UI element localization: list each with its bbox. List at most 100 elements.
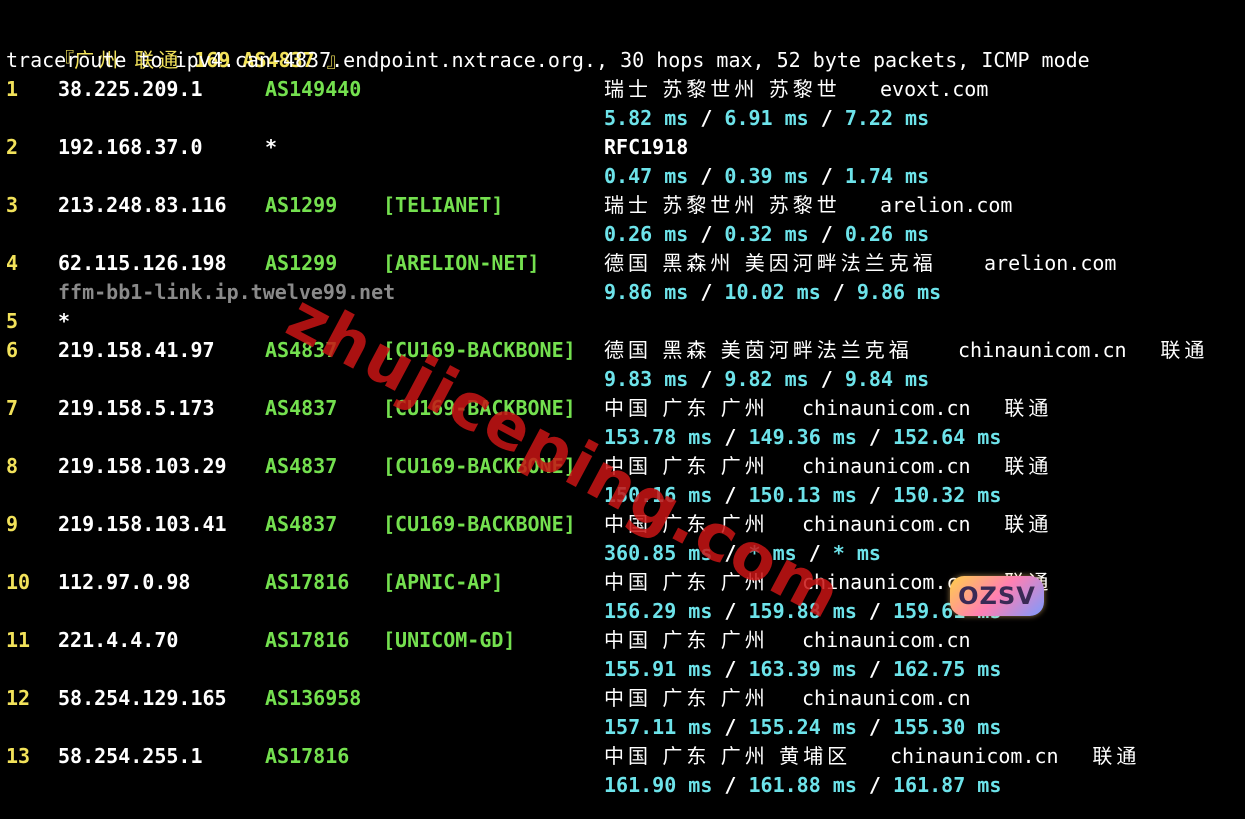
hop-number: 3 <box>6 193 19 217</box>
hop-ip: 58.254.129.165 <box>58 686 227 710</box>
command-line: traceroute to ipv4.can-4837.endpoint.nxt… <box>6 48 1090 72</box>
hop-asn-tag: [UNICOM-GD] <box>383 628 516 652</box>
hop-number: 12 <box>6 686 31 710</box>
hop-rtt-value: 150.13 ms <box>748 483 857 507</box>
hop-carrier: 联通 <box>1092 744 1141 768</box>
hop-carrier: 联通 <box>1004 512 1053 536</box>
hop-rtt-value: 0.39 ms <box>724 164 809 188</box>
hop-rtt-group: 9.83 ms / 9.82 ms / 9.84 ms <box>604 365 929 394</box>
hop-ip: 192.168.37.0 <box>58 135 203 159</box>
hop-asn: AS1299 <box>265 193 338 217</box>
rtt-separator: / <box>808 164 845 188</box>
hop-number: 8 <box>6 454 19 478</box>
hop-geo: 瑞士 苏黎世州 苏黎世 <box>604 77 841 101</box>
rtt-separator: / <box>856 657 893 681</box>
hop-rtt-value: 152.64 ms <box>893 425 1002 449</box>
hop-rtt-group: 0.26 ms / 0.32 ms / 0.26 ms <box>604 220 929 249</box>
ozsv-logo: OZSV <box>950 576 1044 616</box>
hop-ip: 219.158.41.97 <box>58 338 215 362</box>
hop-domain: chinaunicom.cn <box>802 454 971 478</box>
hop-rtt-value: 5.82 ms <box>604 106 689 130</box>
hop-rtt-value: 9.83 ms <box>604 367 689 391</box>
hop-carrier: 联通 <box>1004 454 1053 478</box>
hop-ip: * <box>58 309 71 333</box>
hop-asn: AS4837 <box>265 512 338 536</box>
hop-rtt-value: 161.88 ms <box>748 773 857 797</box>
rtt-separator: / <box>820 280 857 304</box>
hop-ip: 58.254.255.1 <box>58 744 203 768</box>
rtt-separator: / <box>808 222 845 246</box>
rtt-separator: / <box>856 715 893 739</box>
hop-asn: AS4837 <box>265 454 338 478</box>
hop-rtt-group: 153.78 ms / 149.36 ms / 152.64 ms <box>604 423 1001 452</box>
hop-rtt-value: 0.26 ms <box>844 222 930 246</box>
hop-ip: 219.158.103.29 <box>58 454 227 478</box>
hop-rtt-value: 162.75 ms <box>893 657 1002 681</box>
hop-geo: 中国 广东 广州 <box>604 628 769 652</box>
hop-geo: 德国 黑森州 美因河畔法兰克福 <box>604 251 937 275</box>
hop-rtt-value: 161.90 ms <box>604 773 713 797</box>
terminal-window: 『广州 联通 169 AS4837 』 traceroute to ipv4.c… <box>0 0 1245 819</box>
hop-asn: AS136958 <box>265 686 362 710</box>
hop-rtt-value: 9.86 ms <box>856 280 942 304</box>
rtt-separator: / <box>688 106 725 130</box>
hop-ip: 62.115.126.198 <box>58 251 227 275</box>
rtt-separator: / <box>712 599 749 623</box>
hop-rtt-value: 150.32 ms <box>893 483 1002 507</box>
hop-carrier: 联通 <box>1160 338 1209 362</box>
hop-geo: 瑞士 苏黎世州 苏黎世 <box>604 193 841 217</box>
hop-ip: 38.225.209.1 <box>58 77 203 101</box>
hop-domain: arelion.com <box>880 193 1013 217</box>
hop-asn-tag: [CU169-BACKBONE] <box>383 512 576 536</box>
hop-rtt-value: 155.91 ms <box>604 657 713 681</box>
hop-rtt-value: 9.86 ms <box>604 280 689 304</box>
hop-ip: 221.4.4.70 <box>58 628 179 652</box>
rtt-separator: / <box>808 367 845 391</box>
hop-asn: AS17816 <box>265 744 350 768</box>
hop-domain: chinaunicom.cn <box>802 396 971 420</box>
hop-asn: AS149440 <box>265 77 362 101</box>
hop-domain: chinaunicom.cn <box>802 686 971 710</box>
hop-rtt-value: 163.39 ms <box>748 657 857 681</box>
rtt-separator: / <box>688 222 725 246</box>
hop-number: 2 <box>6 135 19 159</box>
hop-ip: 219.158.103.41 <box>58 512 227 536</box>
hop-number: 7 <box>6 396 19 420</box>
hop-number: 4 <box>6 251 19 275</box>
rtt-separator: / <box>712 425 749 449</box>
hop-asn: AS17816 <box>265 570 350 594</box>
hop-domain: chinaunicom.cn <box>958 338 1127 362</box>
hop-geo: 中国 广东 广州 黄埔区 <box>604 744 852 768</box>
rtt-separator: / <box>856 483 893 507</box>
rtt-separator: / <box>808 106 845 130</box>
hop-rtt-value: 149.36 ms <box>748 425 857 449</box>
rtt-separator: / <box>688 367 725 391</box>
hop-rtt-group: 155.91 ms / 163.39 ms / 162.75 ms <box>604 655 1001 684</box>
hop-asn: AS4837 <box>265 396 338 420</box>
hop-number: 6 <box>6 338 19 362</box>
rtt-separator: / <box>712 773 749 797</box>
hop-number: 10 <box>6 570 31 594</box>
hop-rtt-value: 9.82 ms <box>724 367 809 391</box>
hop-number: 13 <box>6 744 31 768</box>
hop-rtt-value: 1.74 ms <box>844 164 930 188</box>
hop-rtt-group: 161.90 ms / 161.88 ms / 161.87 ms <box>604 771 1001 800</box>
hop-number: 11 <box>6 628 31 652</box>
hop-asn-tag: [TELIANET] <box>383 193 504 217</box>
hop-number: 5 <box>6 309 19 333</box>
hop-ip: 112.97.0.98 <box>58 570 191 594</box>
hop-rtt-value: 155.24 ms <box>748 715 857 739</box>
hop-rtt-group: 5.82 ms / 6.91 ms / 7.22 ms <box>604 104 929 133</box>
hop-asn-tag: [ARELION-NET] <box>383 251 540 275</box>
hop-rtt-value: 0.26 ms <box>604 222 689 246</box>
rtt-separator: / <box>856 425 893 449</box>
hop-rtt-value: 157.11 ms <box>604 715 713 739</box>
hop-carrier: 联通 <box>1004 396 1053 420</box>
hop-rtt-group: 0.47 ms / 0.39 ms / 1.74 ms <box>604 162 929 191</box>
hop-rtt-value: 156.29 ms <box>604 599 713 623</box>
hop-rtt-value: 161.87 ms <box>893 773 1002 797</box>
hop-number: 1 <box>6 77 19 101</box>
hop-rtt-value: 155.30 ms <box>893 715 1002 739</box>
hop-geo: RFC1918 <box>604 135 689 159</box>
hop-rtt-value: 9.84 ms <box>844 367 930 391</box>
